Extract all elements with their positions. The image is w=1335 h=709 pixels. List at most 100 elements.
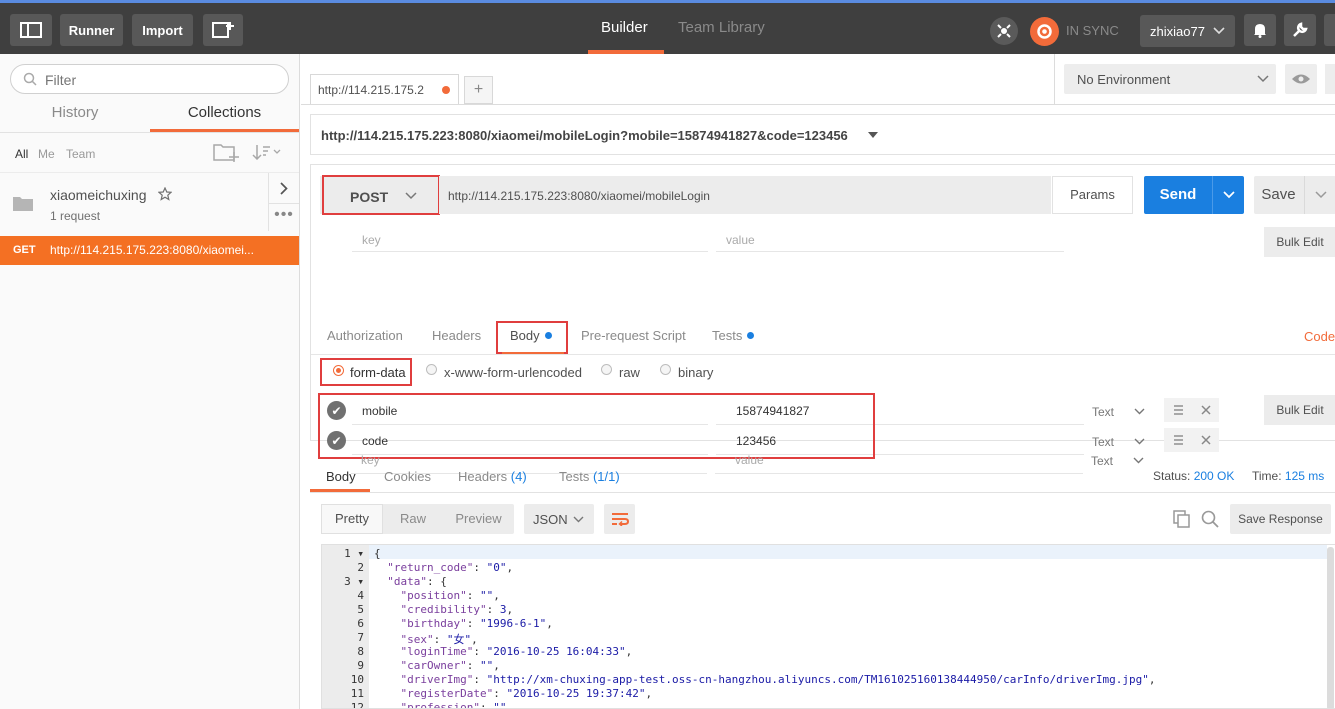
overflow-button[interactable] [1324, 14, 1335, 46]
search-icon[interactable] [1201, 510, 1219, 528]
notifications-button[interactable] [1244, 14, 1276, 46]
time-readout: Time: 125 ms [1252, 469, 1324, 483]
settings-button[interactable] [1284, 14, 1316, 46]
tab-history[interactable]: History [0, 104, 150, 132]
response-tab-cookies[interactable]: Cookies [384, 469, 431, 484]
request-tab[interactable]: http://114.215.175.2 [310, 74, 459, 104]
request-item-selected[interactable]: GET http://114.215.175.223:8080/xiaomei.… [0, 236, 299, 265]
tests-label: Tests [559, 469, 590, 484]
request-name-bar[interactable]: http://114.215.175.223:8080/xiaomei/mobi… [310, 114, 1335, 155]
interceptor-button[interactable] [990, 17, 1018, 45]
view-pretty[interactable]: Pretty [321, 504, 383, 534]
send-button[interactable]: Send [1144, 176, 1244, 214]
view-preview[interactable]: Preview [443, 504, 514, 534]
radio-binary[interactable] [660, 364, 671, 375]
tab-team-library[interactable]: Team Library [678, 19, 765, 36]
tab-authorization[interactable]: Authorization [327, 328, 403, 343]
username: zhixiao77 [1150, 23, 1205, 39]
new-button[interactable] [203, 14, 243, 46]
scrollbar[interactable] [1327, 547, 1334, 708]
tab-pre-request-script[interactable]: Pre-request Script [581, 328, 686, 343]
star-icon[interactable] [158, 187, 172, 201]
wrap-lines-button[interactable] [604, 504, 635, 534]
view-mode-group: Pretty Raw Preview [321, 504, 514, 534]
tab-strip-border [301, 104, 1054, 105]
filter-input[interactable] [45, 70, 275, 89]
caret-down-icon [868, 132, 878, 138]
line-number: 1 ▾ [344, 547, 364, 560]
radio-urlencoded[interactable] [426, 364, 437, 375]
filter-input-wrapper[interactable] [10, 64, 289, 94]
response-tab-tests[interactable]: Tests (1/1) [559, 469, 620, 484]
scope-all[interactable]: All [15, 147, 28, 161]
tab-collections[interactable]: Collections [150, 104, 299, 132]
collection-count: 1 request [50, 209, 101, 223]
expand-collection-button[interactable] [268, 173, 299, 203]
response-code-viewer[interactable]: 1 ▾{2 "return_code": "0", 3 ▾ "data": {4 … [321, 544, 1335, 709]
more-options-icon[interactable]: ••• [268, 203, 299, 231]
folder-icon [13, 197, 33, 211]
save-response-button[interactable]: Save Response [1230, 504, 1331, 534]
save-button[interactable]: Save [1254, 176, 1335, 214]
collection-item[interactable]: xiaomeichuxing 1 request ••• [0, 172, 299, 231]
url-input[interactable]: http://114.215.175.223:8080/xiaomei/mobi… [439, 176, 1051, 214]
label-raw[interactable]: raw [619, 365, 640, 380]
wrench-icon [1293, 22, 1308, 37]
drag-handle-icon[interactable] [1174, 405, 1183, 415]
environment-quick-look-button[interactable] [1285, 64, 1317, 94]
tab-headers[interactable]: Headers [432, 328, 481, 343]
bulk-edit-params-button[interactable]: Bulk Edit [1264, 227, 1335, 257]
bulk-edit-body-button[interactable]: Bulk Edit [1264, 395, 1335, 425]
status-value: 200 OK [1193, 469, 1235, 483]
line-number: 3 ▾ [344, 575, 364, 588]
param-key-input[interactable]: key [352, 227, 708, 252]
scope-me[interactable]: Me [38, 147, 55, 161]
param-value-input[interactable]: value [716, 227, 1064, 252]
tab-builder[interactable]: Builder [601, 19, 648, 36]
response-tab-body[interactable]: Body [326, 469, 356, 484]
send-label: Send [1159, 186, 1197, 203]
code-line: "birthday": "1996-6-1", [374, 617, 553, 630]
sidebar: History Collections All Me Team xiaomeic… [0, 54, 300, 709]
sidebar-toggle-button[interactable] [10, 14, 52, 46]
environment-select[interactable]: No Environment [1064, 64, 1276, 94]
line-number: 9 [357, 659, 364, 672]
sync-icon[interactable] [1030, 17, 1059, 46]
time-label: Time: [1252, 469, 1282, 483]
format-select[interactable]: JSON [524, 504, 594, 534]
scope-team[interactable]: Team [66, 147, 95, 161]
chevron-right-icon [280, 181, 288, 195]
label-binary[interactable]: binary [678, 365, 713, 380]
label-urlencoded[interactable]: x-www-form-urlencoded [444, 365, 582, 380]
close-icon[interactable] [1201, 405, 1211, 415]
sort-icon[interactable] [252, 144, 282, 160]
generate-code-link[interactable]: Code [1304, 329, 1335, 344]
code-line: "return_code": "0", [374, 561, 514, 574]
close-icon[interactable] [1201, 435, 1211, 445]
response-tab-headers[interactable]: Headers (4) [458, 469, 527, 484]
form-type-select[interactable]: Text [1092, 405, 1114, 419]
drag-handle-icon[interactable] [1174, 435, 1183, 445]
import-button[interactable]: Import [132, 14, 193, 46]
view-raw[interactable]: Raw [383, 504, 443, 534]
copy-icon[interactable] [1173, 510, 1191, 528]
save-options-button[interactable] [1304, 176, 1335, 214]
active-line-highlight [369, 545, 1327, 559]
runner-button[interactable]: Runner [60, 14, 123, 46]
new-collection-icon[interactable] [213, 142, 239, 162]
line-number: 5 [357, 603, 364, 616]
line-number: 4 [357, 589, 364, 602]
send-options-button[interactable] [1212, 176, 1244, 214]
user-menu[interactable]: zhixiao77 [1140, 15, 1235, 47]
headers-count: (4) [510, 469, 527, 484]
environment-settings-button[interactable] [1325, 64, 1335, 94]
form-type-select[interactable]: Text [1092, 435, 1114, 449]
params-button[interactable]: Params [1052, 176, 1133, 214]
line-number: 11 [350, 687, 364, 700]
radio-raw[interactable] [601, 364, 612, 375]
new-tab-button[interactable]: + [464, 76, 493, 104]
tab-tests[interactable]: Tests [712, 328, 755, 343]
status-readout: Status: 200 OK [1153, 469, 1234, 483]
main-pane: http://114.215.175.2 + No Environment ht… [301, 54, 1335, 709]
code-line: "credibility": 3, [374, 603, 514, 616]
